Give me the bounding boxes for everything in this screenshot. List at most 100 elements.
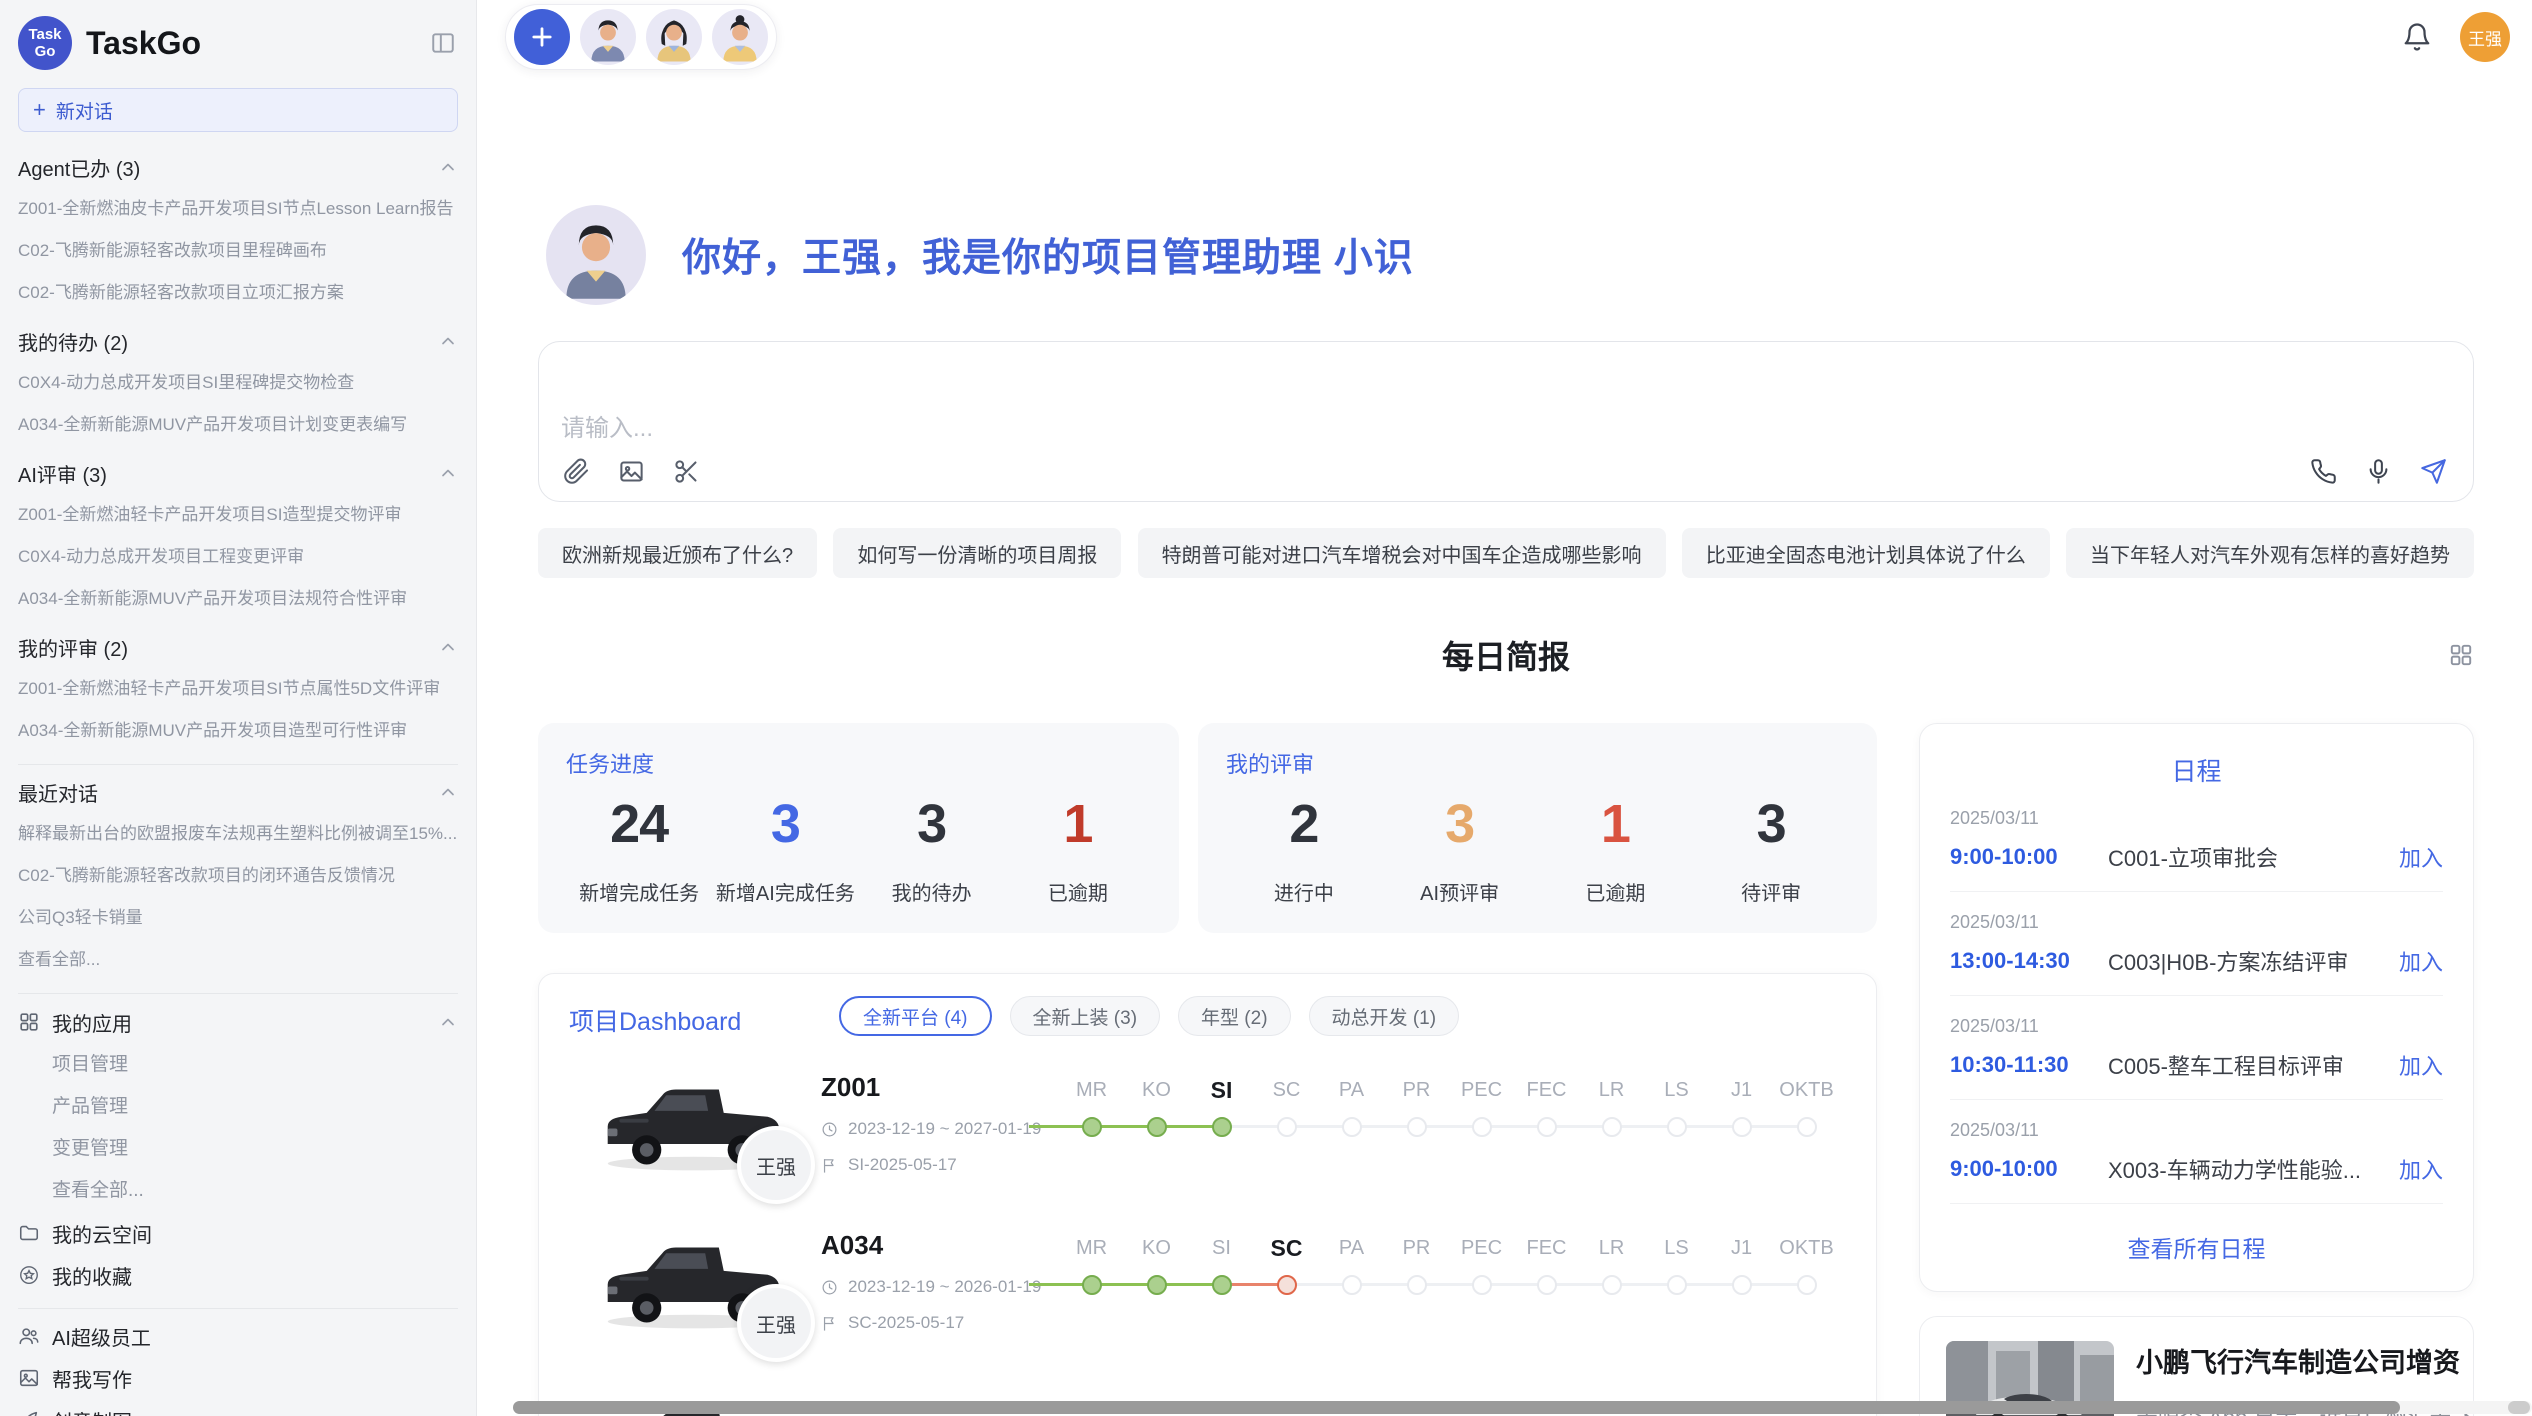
- sidebar-item[interactable]: Z001-全新燃油轻卡产品开发项目SI造型提交物评审: [18, 494, 458, 536]
- main-area: 王强 你好，王强，我是你的项目管理助理 小识 请输入... 欧洲新规最近颁布了什…: [477, 0, 2532, 1416]
- stat-value: 3: [1693, 793, 1849, 855]
- sidebar-item[interactable]: A034-全新新能源MUV产品开发项目计划变更表编写: [18, 404, 458, 446]
- recent-chat-item[interactable]: 解释最新出台的欧盟报废车法规再生塑料比例被调至15%...: [18, 813, 458, 855]
- apps-header[interactable]: 我的应用: [18, 1000, 458, 1044]
- sidebar-tool[interactable]: AI超级员工: [18, 1315, 458, 1357]
- send-icon[interactable]: [2420, 458, 2447, 485]
- stat-value: 1: [1538, 793, 1694, 855]
- new-chat-button[interactable]: + 新对话: [18, 88, 458, 132]
- schedule-name: C003|H0B-方案冻结评审: [2108, 945, 2399, 977]
- project-owner-avatar: 王强: [737, 1284, 815, 1362]
- sidebar-item[interactable]: Z001-全新燃油轻卡产品开发项目SI节点属性5D文件评审: [18, 668, 458, 710]
- app-title: TaskGo: [86, 25, 428, 62]
- app-item[interactable]: 产品管理: [18, 1086, 458, 1128]
- milestone-label: LS: [1644, 1074, 1709, 1106]
- sidebar-item[interactable]: C02-飞腾新能源轻客改款项目立项汇报方案: [18, 272, 458, 314]
- sidebar-item[interactable]: A034-全新新能源MUV产品开发项目造型可行性评审: [18, 710, 458, 752]
- app-item[interactable]: 项目管理: [18, 1044, 458, 1086]
- new-chat-label: 新对话: [56, 97, 113, 124]
- stat: 24新增完成任务: [566, 793, 712, 906]
- milestone-dot: [1407, 1117, 1427, 1137]
- chevron-up-icon[interactable]: [438, 331, 458, 351]
- schedule-date: 2025/03/11: [1950, 808, 2443, 829]
- dashboard-filter-chip[interactable]: 动总开发 (1): [1309, 996, 1460, 1036]
- image-upload-icon[interactable]: [618, 458, 645, 485]
- join-link[interactable]: 加入: [2399, 1153, 2443, 1185]
- recent-chat-item[interactable]: 公司Q3轻卡销量: [18, 897, 458, 939]
- chevron-up-icon[interactable]: [438, 463, 458, 483]
- app-logo: Task Go: [18, 16, 72, 70]
- write-icon: [18, 1367, 40, 1389]
- sidebar-item[interactable]: C0X4-动力总成开发项目工程变更评审: [18, 536, 458, 578]
- attachment-icon[interactable]: [563, 458, 590, 485]
- milestone-label: OKTB: [1774, 1232, 1839, 1264]
- stat-label: 新增完成任务: [566, 877, 712, 906]
- sidebar-group: Agent已办 (3)Z001-全新燃油皮卡产品开发项目SI节点Lesson L…: [18, 146, 458, 314]
- sidebar-link[interactable]: 我的云空间: [18, 1212, 458, 1254]
- project-dates: 2023-12-19 ~ 2027-01-19: [821, 1119, 1041, 1139]
- project-row[interactable]: 王强Z0012023-12-19 ~ 2027-01-19SI-2025-05-…: [539, 1062, 1876, 1220]
- sidebar-collapse-button[interactable]: [428, 30, 458, 56]
- grid-icon: [18, 1011, 40, 1033]
- dashboard-filter-chip[interactable]: 全新平台 (4): [839, 996, 992, 1036]
- scissors-icon[interactable]: [673, 458, 700, 485]
- suggestion-chip[interactable]: 比亚迪全固态电池计划具体说了什么: [1682, 528, 2050, 578]
- layout-grid-icon[interactable]: [2448, 642, 2474, 668]
- chevron-up-icon[interactable]: [438, 157, 458, 177]
- stat-label: 进行中: [1226, 877, 1382, 906]
- milestone-timeline: MRKOSISCPAPRPECFECLRLSJ1OKTB: [1059, 1232, 1839, 1302]
- schedule-date: 2025/03/11: [1950, 912, 2443, 933]
- chevron-up-icon[interactable]: [438, 637, 458, 657]
- stat-card-title: 任务进度: [566, 747, 1151, 779]
- divider: [18, 1308, 458, 1309]
- stat-cards: 任务进度24新增完成任务3新增AI完成任务3我的待办1已逾期我的评审2进行中3A…: [538, 723, 1877, 933]
- sidebar-item[interactable]: Z001-全新燃油皮卡产品开发项目SI节点Lesson Learn报告: [18, 188, 458, 230]
- sidebar-tool[interactable]: 帮我写作: [18, 1357, 458, 1399]
- sidebar-link[interactable]: 我的收藏: [18, 1254, 458, 1296]
- schedule-name: C005-整车工程目标评审: [2108, 1049, 2399, 1081]
- milestone-dot: [1277, 1117, 1297, 1137]
- milestone-dot: [1082, 1275, 1102, 1295]
- project-flag: SC-2025-05-17: [821, 1313, 1041, 1333]
- join-link[interactable]: 加入: [2399, 1049, 2443, 1081]
- milestone-label: SC: [1254, 1074, 1319, 1106]
- apps-title: 我的应用: [52, 1008, 426, 1037]
- suggestion-chip[interactable]: 特朗普可能对进口汽车增税会对中国车企造成哪些影响: [1138, 528, 1666, 578]
- suggestion-chip[interactable]: 欧洲新规最近颁布了什么?: [538, 528, 817, 578]
- stat: 3AI预评审: [1382, 793, 1538, 906]
- chevron-up-icon[interactable]: [438, 1012, 458, 1032]
- phone-icon[interactable]: [2310, 458, 2337, 485]
- sidebar-item[interactable]: C0X4-动力总成开发项目SI里程碑提交物检查: [18, 362, 458, 404]
- project-row[interactable]: 王强A0342023-12-19 ~ 2026-01-19SC-2025-05-…: [539, 1220, 1876, 1378]
- suggestion-chip[interactable]: 如何写一份清晰的项目周报: [833, 528, 1121, 578]
- milestone-dot: [1147, 1117, 1167, 1137]
- daily-brief-title: 每日简报: [538, 634, 2474, 680]
- view-all-schedule-link[interactable]: 查看所有日程: [1950, 1204, 2443, 1290]
- chat-input[interactable]: 请输入...: [538, 341, 2474, 502]
- sidebar-tool[interactable]: 创意制图: [18, 1399, 458, 1416]
- microphone-icon[interactable]: [2365, 458, 2392, 485]
- row-label: 我的收藏: [52, 1261, 132, 1290]
- divider: [18, 993, 458, 994]
- schedule-date: 2025/03/11: [1950, 1016, 2443, 1037]
- horizontal-scrollbar[interactable]: [513, 1401, 2532, 1414]
- milestone-label: MR: [1059, 1074, 1124, 1106]
- recent-chat-item[interactable]: C02-飞腾新能源轻客改款项目的闭环通告反馈情况: [18, 855, 458, 897]
- app-item[interactable]: 查看全部...: [18, 1170, 458, 1212]
- join-link[interactable]: 加入: [2399, 945, 2443, 977]
- dashboard-filter-chip[interactable]: 全新上装 (3): [1010, 996, 1161, 1036]
- milestone-dot: [1667, 1275, 1687, 1295]
- scrollbar-thumb[interactable]: [513, 1401, 2400, 1414]
- dashboard-filter-chip[interactable]: 年型 (2): [1178, 996, 1291, 1036]
- milestone-dot: [1537, 1275, 1557, 1295]
- sidebar-item[interactable]: C02-飞腾新能源轻客改款项目里程碑画布: [18, 230, 458, 272]
- app-item[interactable]: 变更管理: [18, 1128, 458, 1170]
- join-link[interactable]: 加入: [2399, 841, 2443, 873]
- chevron-up-icon[interactable]: [438, 782, 458, 802]
- suggestion-chip[interactable]: 当下年轻人对汽车外观有怎样的喜好趋势: [2066, 528, 2474, 578]
- project-code: A034: [821, 1230, 1041, 1261]
- milestone-timeline: MRKOSISCPAPRPECFECLRLSJ1OKTB: [1059, 1074, 1839, 1144]
- sidebar-item[interactable]: A034-全新新能源MUV产品开发项目法规符合性评审: [18, 578, 458, 620]
- chat-input-placeholder: 请输入...: [561, 408, 653, 443]
- recent-view-all[interactable]: 查看全部...: [18, 939, 458, 981]
